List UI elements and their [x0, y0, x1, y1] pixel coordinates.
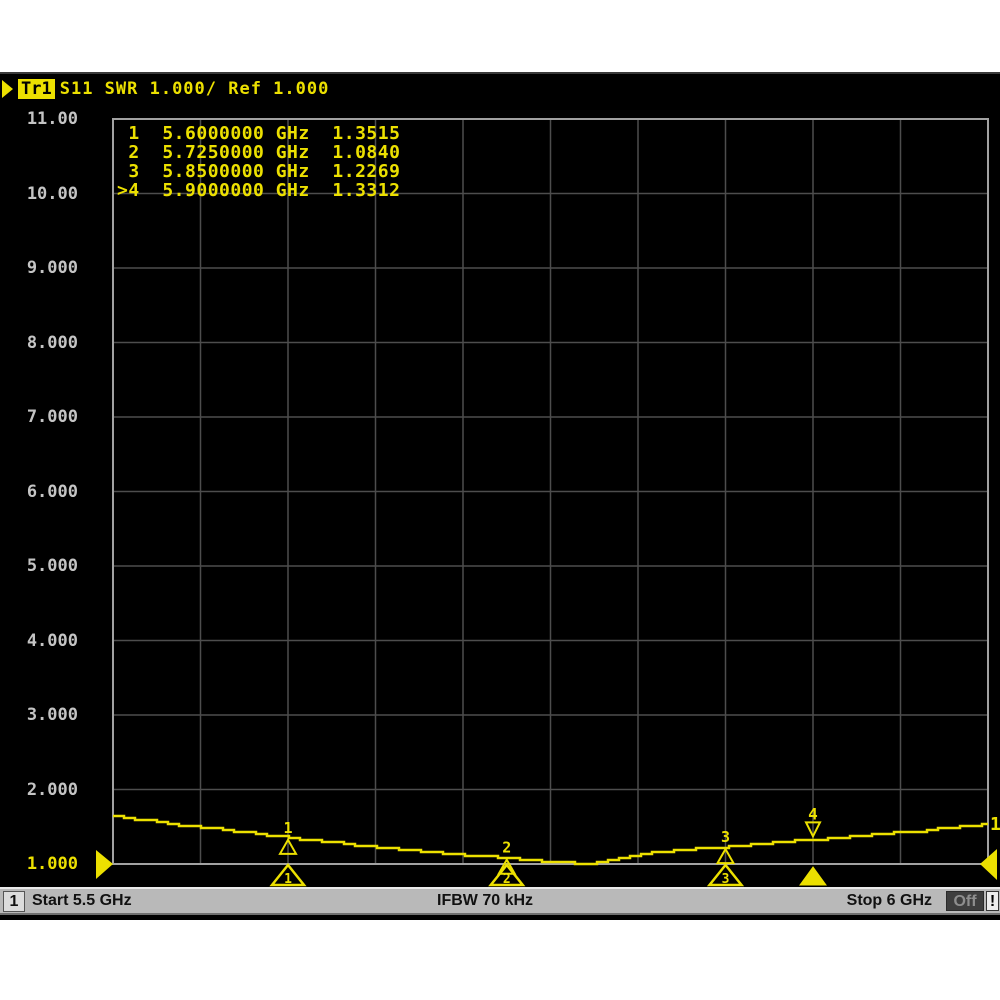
stop-frequency[interactable]: Stop 6 GHz [847, 891, 932, 911]
swr-chart: 11223341 [0, 74, 1000, 922]
marker-number: 4 [808, 804, 818, 823]
marker-number: 1 [283, 819, 292, 837]
marker-table-row: 2 5.7250000 GHz 1.0840 [117, 143, 400, 162]
trace-badge[interactable]: Tr1 [18, 79, 55, 99]
vna-screen: 11223341 Tr1 S11 SWR 1.000/ Ref 1.000 11… [0, 72, 1000, 920]
marker-1: 11 [272, 819, 304, 887]
y-axis-label: 7.000 [0, 407, 78, 427]
y-axis-label: 9.000 [0, 258, 78, 278]
y-axis-label: 5.000 [0, 556, 78, 576]
active-trace-indicator-icon [2, 80, 13, 98]
marker-number: 2 [502, 839, 511, 857]
stimulus-marker-number: 3 [722, 872, 730, 887]
off-indicator: Off [946, 891, 984, 911]
reference-level-left-icon [96, 850, 113, 879]
ifbw-setting[interactable]: IFBW 70 kHz [437, 891, 533, 911]
y-axis-label: 4.000 [0, 631, 78, 651]
start-frequency[interactable]: Start 5.5 GHz [32, 891, 132, 911]
stimulus-marker-active-icon [800, 867, 826, 885]
y-axis-label: 2.000 [0, 780, 78, 800]
y-axis-label: 3.000 [0, 705, 78, 725]
status-bar: 1 Start 5.5 GHz IFBW 70 kHz Stop 6 GHz O… [0, 887, 1000, 915]
marker-table-row: 3 5.8500000 GHz 1.2269 [117, 162, 400, 181]
trace-format-info: S11 SWR 1.000/ Ref 1.000 [60, 79, 330, 99]
y-axis-label: 8.000 [0, 333, 78, 353]
y-axis-label: 11.00 [0, 109, 78, 129]
marker-2: 22 [491, 839, 523, 887]
marker-number: 3 [721, 828, 730, 846]
trace-header: Tr1 S11 SWR 1.000/ Ref 1.000 [2, 78, 329, 100]
alert-button[interactable]: ! [986, 891, 999, 911]
marker-table-row: 1 5.6000000 GHz 1.3515 [117, 124, 400, 143]
trace-end-number: 1 [990, 814, 1000, 835]
marker-table: 1 5.6000000 GHz 1.3515 2 5.7250000 GHz 1… [117, 124, 400, 200]
channel-number-button[interactable]: 1 [3, 891, 25, 912]
marker-table-row: >4 5.9000000 GHz 1.3312 [117, 181, 400, 200]
y-axis-label: 6.000 [0, 482, 78, 502]
stimulus-marker-number: 1 [284, 872, 292, 887]
y-axis-label: 1.000 [0, 854, 78, 874]
y-axis-label: 10.00 [0, 184, 78, 204]
stimulus-marker-number: 2 [503, 872, 511, 887]
